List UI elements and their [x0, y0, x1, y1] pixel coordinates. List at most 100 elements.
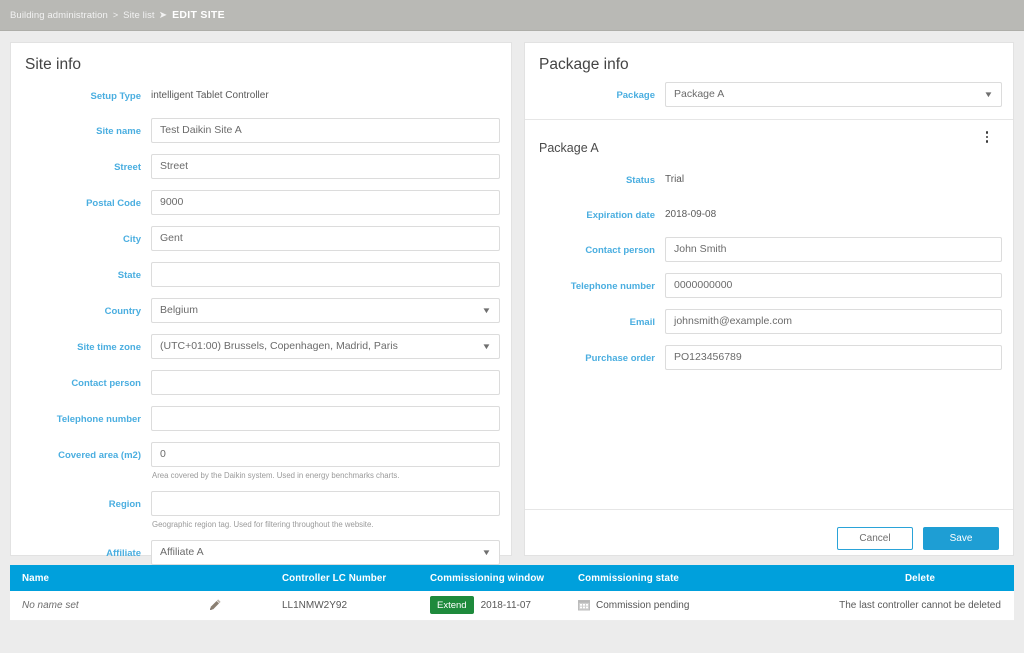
package_info-value-1: 2018-09-08 [665, 209, 717, 220]
site_info-label-2: Street [114, 162, 141, 173]
package_info-label-2: Contact person [585, 245, 655, 256]
site_info-select-12[interactable]: Affiliate A ▼ [151, 540, 500, 565]
row-spacer [11, 530, 511, 538]
form-actions: Cancel Save [525, 509, 1013, 555]
col-comm-state: Commissioning state [566, 565, 826, 591]
site_info-field-8 [151, 368, 500, 395]
row-spacer [525, 370, 1013, 379]
site_info-input-2[interactable]: Street [151, 154, 500, 179]
form-row-9: Telephone number [11, 404, 511, 431]
kebab-menu-icon[interactable] [980, 128, 994, 146]
package_info-label-0: Status [625, 175, 655, 186]
site-info-form: Setup Type intelligent Tablet Controller S… [11, 74, 511, 574]
form-row-5: Purchase order PO123456789 [525, 343, 1013, 370]
form-row-6: Country Belgium ▼ [11, 296, 511, 323]
package_info-value-4: johnsmith@example.com [674, 315, 793, 328]
table-row: No name set LL1NMW2Y92 Extend 2018-11-07… [10, 591, 1014, 621]
site_info-field-4: Gent [151, 224, 500, 251]
site_info-input-11[interactable] [151, 491, 500, 516]
site_info-label-1: Site name [96, 126, 141, 137]
form-row-1: Site name Test Daikin Site A [11, 116, 511, 143]
site_info-value-0: intelligent Tablet Controller [151, 90, 269, 101]
cell-lc-number: LL1NMW2Y92 [270, 591, 418, 621]
site_info-label-4: City [123, 234, 141, 245]
site_info-label-10: Covered area (m2) [58, 450, 141, 461]
package_info-field-4: johnsmith@example.com [665, 307, 1002, 334]
breadcrumb-site-list[interactable]: Site list [123, 10, 155, 21]
site_info-input-4[interactable]: Gent [151, 226, 500, 251]
site_info-input-5[interactable] [151, 262, 500, 287]
chevron-down-icon: ▼ [481, 341, 492, 351]
package_info-input-4[interactable]: johnsmith@example.com [665, 309, 1002, 334]
breadcrumb-current: EDIT SITE [172, 9, 225, 21]
site_info-field-3: 9000 [151, 188, 500, 215]
row-spacer [11, 143, 511, 152]
pencil-icon[interactable] [208, 598, 222, 612]
site_info-input-10[interactable]: 0 [151, 442, 500, 467]
row-spacer [11, 359, 511, 368]
site_info-label-6: Country [104, 306, 141, 317]
save-button[interactable]: Save [923, 526, 999, 550]
form-row-1: Expiration date 2018-09-08 [525, 200, 1013, 226]
row-spacer [11, 431, 511, 440]
delete-message: The last controller cannot be deleted [839, 599, 1001, 611]
site_info-help-11: Geographic region tag. Used for filterin… [152, 520, 374, 529]
site_info-input-1[interactable]: Test Daikin Site A [151, 118, 500, 143]
extend-button[interactable]: Extend [430, 596, 474, 615]
site_info-value-4: Gent [160, 232, 183, 245]
site_info-field-0: intelligent Tablet Controller [151, 81, 500, 107]
site_info-field-1: Test Daikin Site A [151, 116, 500, 143]
cell-delete: The last controller cannot be deleted [826, 591, 1014, 621]
form-row-8: Contact person [11, 368, 511, 395]
row-spacer [525, 191, 1013, 200]
site_info-select-7[interactable]: (UTC+01:00) Brussels, Copenhagen, Madrid… [151, 334, 500, 359]
site_info-value-6: Belgium [160, 304, 198, 317]
form-row-3: Postal Code 9000 [11, 188, 511, 215]
package_info-input-2[interactable]: John Smith [665, 237, 1002, 262]
breadcrumb-separator-2: ➤ [158, 9, 168, 21]
form-row-4: Email johnsmith@example.com [525, 307, 1013, 334]
site_info-label-9: Telephone number [56, 414, 141, 425]
package_info-value-2: John Smith [674, 243, 727, 256]
site_info-field-2: Street [151, 152, 500, 179]
site_info-label-7: Site time zone [77, 342, 141, 353]
row-spacer [11, 215, 511, 224]
package_info-value-0: Trial [665, 174, 685, 185]
breadcrumb-root[interactable]: Building administration [10, 10, 108, 21]
cell-comm-window: Extend 2018-11-07 [418, 591, 566, 621]
site_info-field-12: Affiliate A ▼ [151, 538, 500, 565]
cancel-button[interactable]: Cancel [837, 526, 913, 550]
chevron-down-icon: ▼ [481, 305, 492, 315]
row-name: No name set [22, 599, 79, 611]
site_info-input-8[interactable] [151, 370, 500, 395]
package_info-input-5[interactable]: PO123456789 [665, 345, 1002, 370]
row-spacer [11, 323, 511, 332]
breadcrumb-separator-1: > [112, 10, 119, 20]
calendar-icon [578, 599, 590, 611]
site_info-field-7: (UTC+01:00) Brussels, Copenhagen, Madrid… [151, 332, 500, 359]
row-spacer [11, 107, 511, 116]
site_info-help-10: Area covered by the Daikin system. Used … [152, 471, 400, 480]
site-info-title: Site info [25, 56, 82, 73]
package_info-value-3: 0000000000 [674, 279, 733, 292]
package-select[interactable]: Package A ▼ [665, 82, 1002, 107]
table-body: No name set LL1NMW2Y92 Extend 2018-11-07… [10, 591, 1014, 621]
package_info-label-1: Expiration date [586, 210, 655, 221]
package-details-form: Status Trial Expiration date 2018-09-08 Cont… [525, 156, 1013, 379]
row-spacer [525, 226, 1013, 235]
site_info-label-0: Setup Type [90, 91, 142, 102]
row-spacer [525, 334, 1013, 343]
site_info-input-9[interactable] [151, 406, 500, 431]
site_info-select-6[interactable]: Belgium ▼ [151, 298, 500, 323]
package_info-value-5: PO123456789 [674, 351, 742, 364]
row-spacer [11, 287, 511, 296]
form-row-0: Status Trial [525, 165, 1013, 191]
row-spacer [11, 481, 511, 489]
form-row-0: Setup Type intelligent Tablet Controller [11, 81, 511, 107]
form-row-10: Covered area (m2) 0 Area covered by the Da… [11, 440, 511, 481]
package_info-input-3[interactable]: 0000000000 [665, 273, 1002, 298]
site_info-input-3[interactable]: 9000 [151, 190, 500, 215]
row-spacer [11, 179, 511, 188]
site-info-card: Site info Setup Type intelligent Tablet C… [10, 42, 512, 565]
site_info-value-1: Test Daikin Site A [160, 124, 242, 137]
